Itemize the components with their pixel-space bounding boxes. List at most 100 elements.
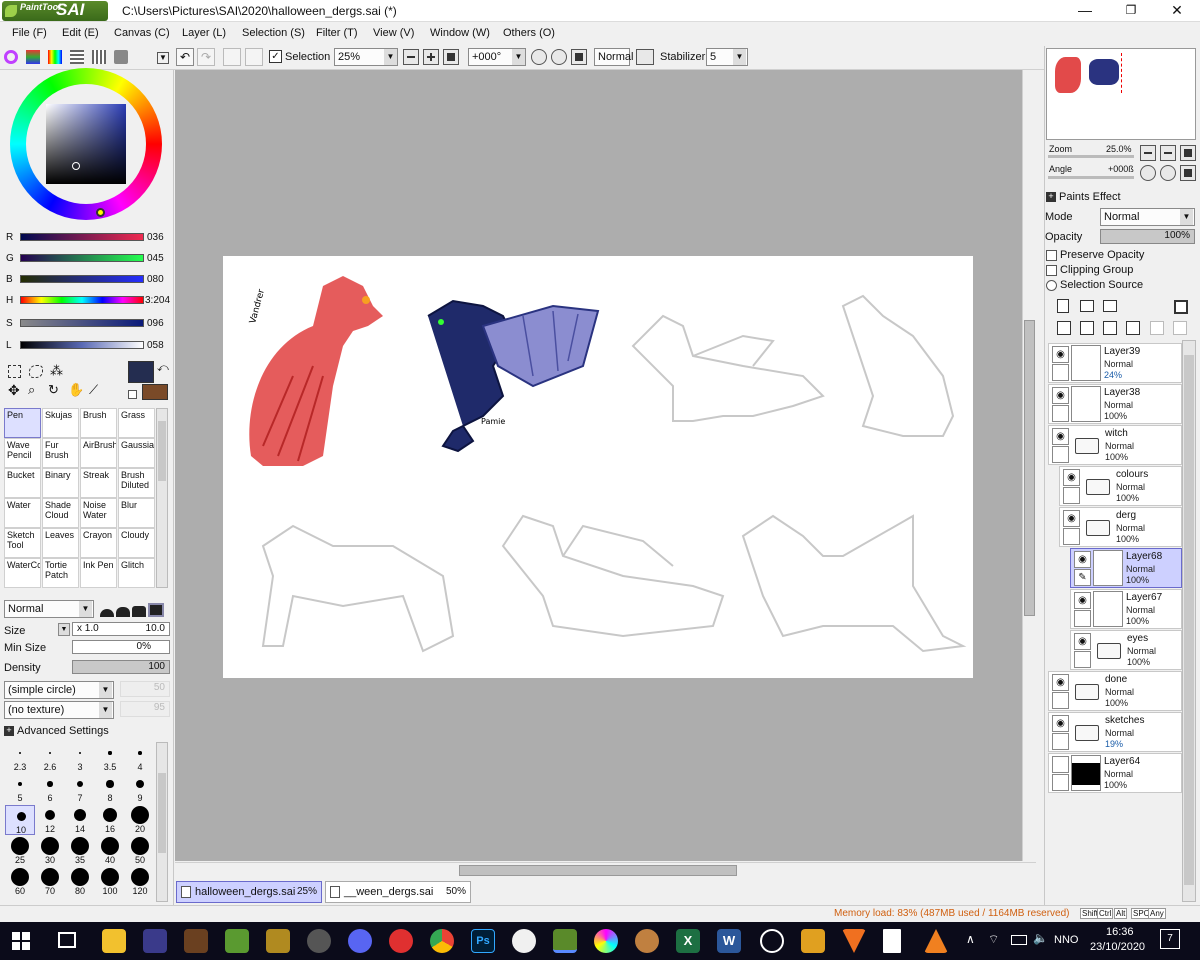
chevron-down-icon[interactable]: ▼ xyxy=(79,601,92,617)
invert-selection-icon[interactable] xyxy=(245,48,263,66)
chrome-icon[interactable] xyxy=(430,929,454,953)
brush-texture-strength[interactable]: 95 xyxy=(120,701,170,717)
brush-size-16[interactable]: 16 xyxy=(95,805,125,835)
chevron-down-icon[interactable]: ▼ xyxy=(99,682,112,698)
layer-row-witch[interactable]: ◉ witch Normal 100% xyxy=(1048,425,1182,465)
brush-size-2-3[interactable]: 2.3 xyxy=(5,743,35,773)
horizontal-scrollbar[interactable] xyxy=(175,862,1036,878)
menu-filter[interactable]: Filter (T) xyxy=(316,27,358,39)
tool-noise-water[interactable]: Noise Water xyxy=(80,498,117,528)
brush-size-70[interactable]: 70 xyxy=(35,867,65,897)
world-of-tanks-icon[interactable] xyxy=(307,929,331,953)
tool-crayon[interactable]: Crayon xyxy=(80,528,117,558)
hard-edge-icon[interactable] xyxy=(132,606,146,617)
brush-size-7[interactable]: 7 xyxy=(65,774,95,804)
notifications-icon[interactable]: 7 xyxy=(1160,929,1180,949)
green-value[interactable]: 045 xyxy=(147,253,164,264)
brush-size-60[interactable]: 60 xyxy=(5,867,35,897)
tool-watercc[interactable]: WaterCc xyxy=(4,558,41,588)
discord-icon[interactable] xyxy=(348,929,372,953)
file-explorer-icon[interactable] xyxy=(102,929,126,953)
expand-icon[interactable]: + xyxy=(4,726,14,736)
tool-grass[interactable]: Grass xyxy=(118,408,155,438)
saturation-value-square[interactable] xyxy=(46,104,126,184)
zoom-out-button[interactable] xyxy=(403,49,419,65)
eye-icon[interactable]: ◉ xyxy=(1074,551,1091,568)
layer-mask-icon[interactable] xyxy=(1174,300,1188,314)
brush-size-20[interactable]: 20 xyxy=(125,805,155,835)
tool-skujas[interactable]: Skujas xyxy=(42,408,79,438)
brush-size-10[interactable]: 10 xyxy=(5,805,35,835)
volume-icon[interactable]: 🔈 xyxy=(1033,931,1048,945)
trash-icon[interactable] xyxy=(1126,321,1140,335)
brush-size-scrollbar[interactable] xyxy=(156,742,168,902)
layer-row-done[interactable]: ◉ done Normal 100% xyxy=(1048,671,1182,711)
eye-icon[interactable]: ◉ xyxy=(1063,510,1080,527)
lock-box[interactable] xyxy=(1052,405,1069,422)
scratchpad-icon[interactable] xyxy=(114,50,128,64)
brush-size-5[interactable]: 5 xyxy=(5,774,35,804)
photoshop-icon[interactable]: Ps xyxy=(471,929,495,953)
selection-checkbox[interactable]: ✓ xyxy=(269,50,282,63)
menu-window[interactable]: Window (W) xyxy=(430,27,490,39)
expand-icon[interactable]: + xyxy=(1046,192,1056,202)
flatten-icon[interactable] xyxy=(1173,321,1187,335)
eye-icon[interactable]: ◉ xyxy=(1052,387,1069,404)
brush-size-30[interactable]: 30 xyxy=(35,836,65,866)
tool-brush-diluted[interactable]: Brush Diluted xyxy=(118,468,155,498)
brush-shape-strength[interactable]: 50 xyxy=(120,681,170,697)
obs-icon[interactable] xyxy=(760,929,784,953)
new-layer-icon[interactable] xyxy=(1057,299,1069,313)
saturation-value[interactable]: 096 xyxy=(147,318,164,329)
menu-edit[interactable]: Edit (E) xyxy=(62,27,99,39)
close-button[interactable]: ✕ xyxy=(1154,0,1200,22)
stacked-app-icon[interactable] xyxy=(801,929,825,953)
hue-slider[interactable] xyxy=(20,296,144,304)
tool-sketch-tool[interactable]: Sketch Tool xyxy=(4,528,41,558)
menu-others[interactable]: Others (O) xyxy=(503,27,555,39)
brush-size-3[interactable]: 3 xyxy=(65,743,95,773)
layer-row-eyes[interactable]: ◉ eyes Normal 100% xyxy=(1070,630,1182,670)
lightness-slider[interactable] xyxy=(20,341,144,349)
zoom-in-button[interactable] xyxy=(423,49,439,65)
tool-water[interactable]: Water xyxy=(4,498,41,528)
new-folder-icon[interactable] xyxy=(1080,300,1094,312)
menu-layer[interactable]: Layer (L) xyxy=(182,27,226,39)
chevron-down-icon[interactable]: ▼ xyxy=(512,49,525,65)
chevron-down-icon[interactable]: ▼ xyxy=(58,623,70,636)
panel-menu-icon[interactable]: ▼ xyxy=(157,52,169,64)
transparent-color-icon[interactable] xyxy=(128,390,137,399)
clipping-group-checkbox[interactable] xyxy=(1046,265,1057,276)
layer-row-derg[interactable]: ◉ derg Normal 100% xyxy=(1059,507,1182,547)
selection-source-radio[interactable] xyxy=(1046,280,1057,291)
tool-cloudy[interactable]: Cloudy xyxy=(118,528,155,558)
nav-rotate-reset-button[interactable] xyxy=(1180,165,1196,181)
brush-size-8[interactable]: 8 xyxy=(95,774,125,804)
lock-box[interactable] xyxy=(1052,692,1069,709)
hue-marker[interactable] xyxy=(96,208,105,217)
tool-binary[interactable]: Binary xyxy=(42,468,79,498)
hsv-slider-mode-icon[interactable] xyxy=(48,50,62,64)
brush-size-4[interactable]: 4 xyxy=(125,743,155,773)
nav-rotate-ccw-button[interactable] xyxy=(1140,165,1156,181)
layer-row-layer64[interactable]: Layer64 Normal 100% xyxy=(1048,753,1182,793)
layer-row-layer39[interactable]: ◉ Layer39 Normal 24% xyxy=(1048,343,1182,383)
secondary-color-swatch[interactable] xyxy=(142,384,168,400)
swatches-icon[interactable] xyxy=(92,50,106,64)
color-palette-icon[interactable] xyxy=(70,50,84,64)
eye-icon[interactable]: ◉ xyxy=(1074,592,1091,609)
eyedropper-icon[interactable]: ⟋ xyxy=(89,382,98,398)
nav-rotate-cw-button[interactable] xyxy=(1160,165,1176,181)
red-value[interactable]: 036 xyxy=(147,232,164,243)
tool-airbrush[interactable]: AirBrush xyxy=(80,438,117,468)
maximize-button[interactable]: ❐ xyxy=(1108,0,1154,22)
vivaldi-icon[interactable] xyxy=(389,929,413,953)
minimize-button[interactable]: — xyxy=(1062,0,1108,22)
horizontal-scroll-thumb[interactable] xyxy=(459,865,737,876)
clock-date[interactable]: 23/10/2020 xyxy=(1090,941,1145,953)
brush-size-50[interactable]: 50 xyxy=(125,836,155,866)
tool-shade-cloud[interactable]: Shade Cloud xyxy=(42,498,79,528)
tool-pen[interactable]: Pen xyxy=(4,408,41,438)
tab-halloween-dergs[interactable]: halloween_dergs.sai 25% xyxy=(176,881,322,903)
soft-edge-icon[interactable] xyxy=(100,609,114,617)
